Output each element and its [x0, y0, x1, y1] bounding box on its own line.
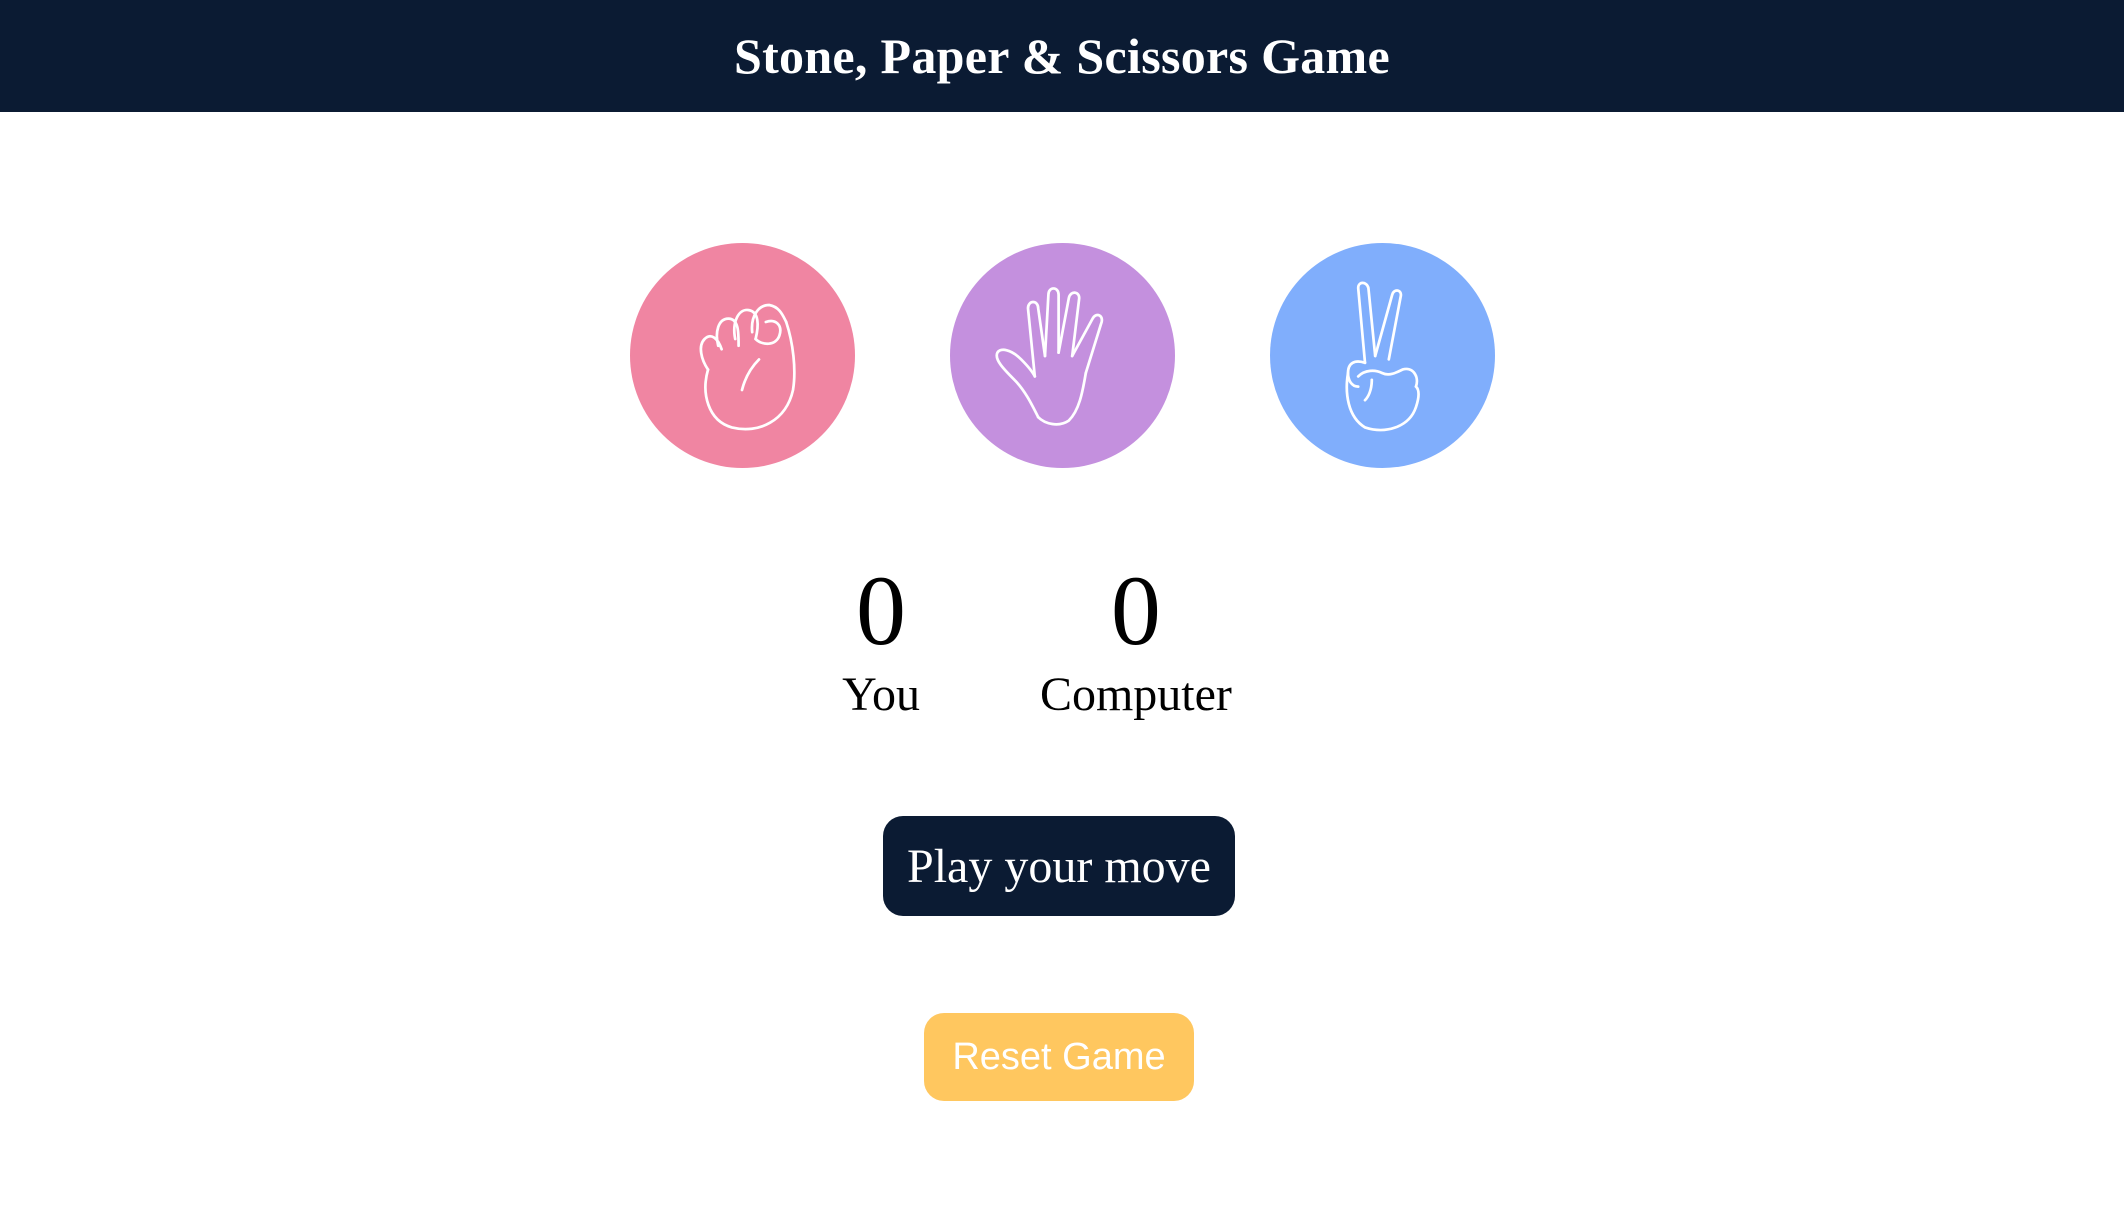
- user-score-value: 0: [856, 555, 906, 666]
- scissors-choice-button[interactable]: [1269, 243, 1495, 468]
- fist-icon: [699, 303, 796, 430]
- computer-score: 0 Computer: [1040, 555, 1232, 723]
- user-score: 0 You: [842, 555, 920, 723]
- scoreboard: 0 You 0 Computer: [0, 555, 2124, 723]
- paper-choice-button[interactable]: [949, 243, 1175, 468]
- header-bar: Stone, Paper & Scissors Game: [0, 0, 2124, 112]
- stone-choice-button[interactable]: [629, 243, 855, 468]
- choices-row: [0, 243, 2124, 468]
- user-score-label: You: [842, 668, 920, 721]
- open-hand-icon: [995, 286, 1104, 426]
- computer-score-label: Computer: [1039, 668, 1232, 721]
- game-message: Play your move: [883, 816, 1235, 916]
- computer-score-value: 0: [1110, 555, 1161, 666]
- reset-game-button[interactable]: Reset Game: [924, 1013, 1194, 1101]
- peace-hand-icon: [1345, 281, 1420, 431]
- page-title: Stone, Paper & Scissors Game: [733, 28, 1391, 84]
